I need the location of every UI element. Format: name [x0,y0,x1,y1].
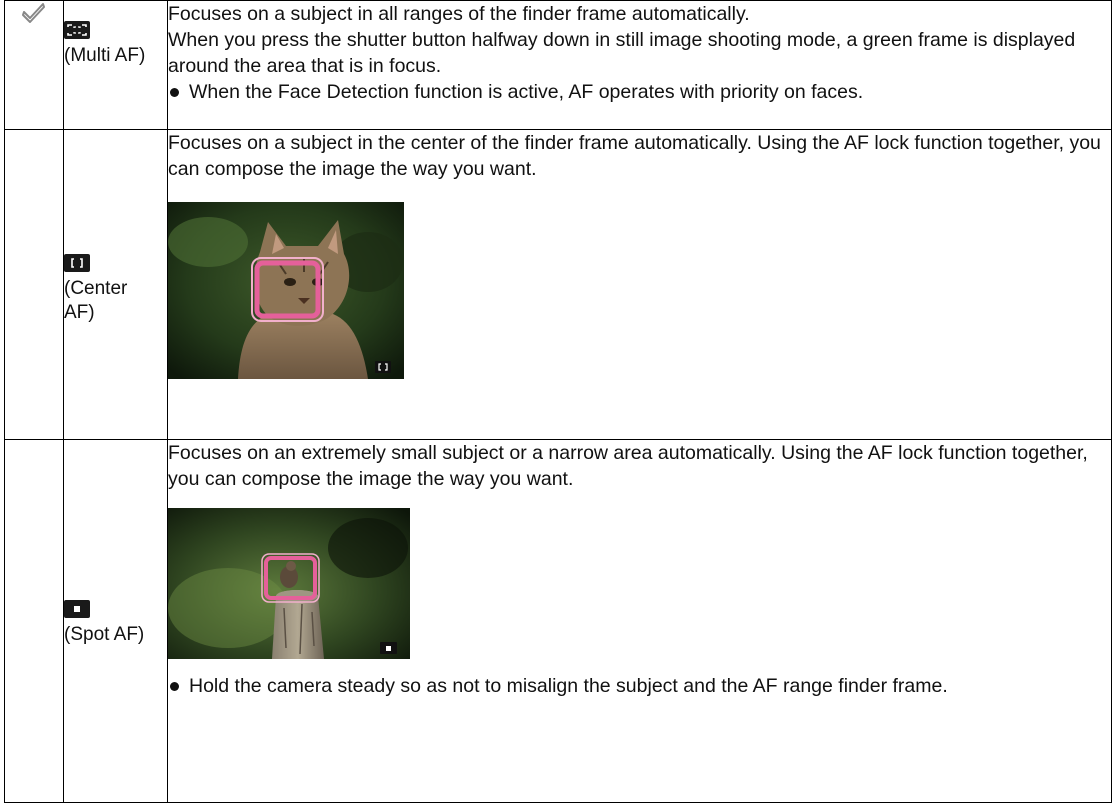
description-text: Focuses on a subject in all ranges of th… [168,3,750,25]
af-mode-table: (Multi AF) Focuses on a subject in all r… [4,0,1112,803]
table-row-multi-af: (Multi AF) Focuses on a subject in all r… [4,0,1112,130]
mode-label: (Center AF) [64,278,128,323]
spot-af-icon [64,599,90,618]
bullet-icon [170,682,179,691]
mode-cell: (Center AF) [63,129,168,440]
cat-photo [168,202,404,379]
description-cell: Focuses on a subject in all ranges of th… [167,0,1112,130]
bullet-item: When the Face Detection function is acti… [168,79,1111,105]
mode-label: (Multi AF) [64,45,146,66]
check-cell [4,129,64,440]
bullet-icon [170,88,179,97]
table-row-spot-af: (Spot AF) Focuses on an extremely small … [4,439,1112,803]
bird-on-post-photo [168,508,410,659]
description-text: Focuses on a subject in the center of th… [168,132,1101,180]
mode-cell: (Spot AF) [63,439,168,803]
description-text: Focuses on an extremely small subject or… [168,442,1088,490]
bullet-text: When the Face Detection function is acti… [189,81,864,103]
center-af-icon [64,254,90,272]
description-text: When you press the shutter button halfwa… [168,29,1076,77]
table-row-center-af: (Center AF) Focuses on a subject in the … [4,129,1112,440]
check-cell [4,0,64,130]
check-cell [4,439,64,803]
multi-af-icon [64,21,90,39]
mode-cell: (Multi AF) [63,0,168,130]
bullet-item: Hold the camera steady so as not to misa… [168,673,1111,699]
description-cell: Focuses on an extremely small subject or… [167,439,1112,803]
checkmark-icon [22,3,45,23]
mode-label: (Spot AF) [64,623,145,645]
description-cell: Focuses on a subject in the center of th… [167,129,1112,440]
bullet-text: Hold the camera steady so as not to misa… [189,675,948,697]
